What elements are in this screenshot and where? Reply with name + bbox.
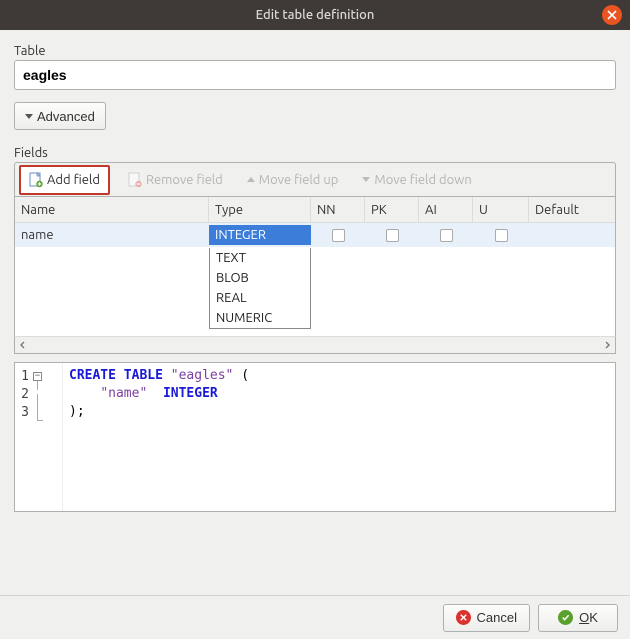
dialog-body: Table Advanced Fields Add field Remove f… (0, 30, 630, 595)
cell-default[interactable] (529, 232, 593, 238)
cell-ai[interactable] (419, 226, 473, 245)
col-header-nn[interactable]: NN (311, 197, 365, 222)
type-option[interactable]: TEXT (210, 248, 310, 268)
add-field-button[interactable]: Add field (19, 165, 110, 195)
move-down-button: Move field down (356, 169, 477, 191)
dialog-footer: Cancel OK (0, 595, 630, 639)
fields-label: Fields (14, 146, 616, 160)
cancel-button[interactable]: Cancel (443, 604, 530, 632)
move-down-label: Move field down (374, 173, 471, 187)
dialog-window: Edit table definition Table Advanced Fie… (0, 0, 630, 639)
page-add-icon (29, 172, 43, 188)
line-number: 3 (15, 405, 33, 420)
type-dropdown[interactable]: TEXT BLOB REAL NUMERIC (209, 248, 311, 329)
ok-label: OK (579, 610, 598, 625)
titlebar-text: Edit table definition (256, 8, 375, 22)
fields-table: Name Type NN PK AI U Default name INTEGE… (14, 196, 616, 336)
advanced-button[interactable]: Advanced (14, 102, 106, 130)
remove-field-label: Remove field (146, 173, 223, 187)
checkbox-u[interactable] (495, 229, 508, 242)
sql-code[interactable]: CREATE TABLE "eagles" ( "name" INTEGER )… (63, 363, 255, 511)
fold-icon[interactable]: − (33, 372, 42, 381)
table-label: Table (14, 44, 616, 58)
cancel-label: Cancel (477, 610, 517, 625)
type-option[interactable]: REAL (210, 288, 310, 308)
scroll-right-icon[interactable] (601, 339, 613, 351)
cell-type[interactable]: INTEGER TEXT BLOB REAL NUMERIC (209, 225, 311, 245)
page-remove-icon (128, 172, 142, 188)
checkbox-ai[interactable] (440, 229, 453, 242)
col-header-name[interactable]: Name (15, 197, 209, 222)
close-icon[interactable] (602, 5, 622, 25)
cell-pk[interactable] (365, 226, 419, 245)
col-header-pk[interactable]: PK (365, 197, 419, 222)
triangle-up-icon (247, 177, 255, 182)
advanced-label: Advanced (37, 109, 95, 124)
col-header-type[interactable]: Type (209, 197, 311, 222)
checkbox-pk[interactable] (386, 229, 399, 242)
sql-preview: 1− 2 3 CREATE TABLE "eagles" ( "name" IN… (14, 362, 616, 512)
remove-field-button: Remove field (122, 168, 229, 192)
chevron-down-icon (25, 114, 33, 119)
scroll-left-icon[interactable] (17, 339, 29, 351)
col-header-u[interactable]: U (473, 197, 529, 222)
cell-name[interactable]: name (15, 225, 209, 245)
triangle-down-icon (362, 177, 370, 182)
add-field-label: Add field (47, 173, 100, 187)
type-selected[interactable]: INTEGER (209, 225, 311, 245)
col-header-default[interactable]: Default (529, 197, 593, 222)
table-name-input[interactable] (14, 60, 616, 90)
titlebar: Edit table definition (0, 0, 630, 30)
move-up-button: Move field up (241, 169, 345, 191)
cell-u[interactable] (473, 226, 529, 245)
move-up-label: Move field up (259, 173, 339, 187)
type-option[interactable]: NUMERIC (210, 308, 310, 328)
table-row[interactable]: name INTEGER TEXT BLOB REAL NUMERIC (15, 223, 615, 247)
col-header-ai[interactable]: AI (419, 197, 473, 222)
type-option[interactable]: BLOB (210, 268, 310, 288)
fields-toolbar: Add field Remove field Move field up Mov… (14, 162, 616, 196)
ok-icon (558, 610, 573, 625)
ok-button[interactable]: OK (538, 604, 618, 632)
sql-gutter: 1− 2 3 (15, 363, 63, 511)
line-number: 2 (15, 387, 33, 402)
checkbox-nn[interactable] (332, 229, 345, 242)
cell-nn[interactable] (311, 226, 365, 245)
table-header-row: Name Type NN PK AI U Default (15, 197, 615, 223)
line-number: 1 (15, 369, 33, 384)
horizontal-scrollbar[interactable] (14, 336, 616, 354)
cancel-icon (456, 610, 471, 625)
